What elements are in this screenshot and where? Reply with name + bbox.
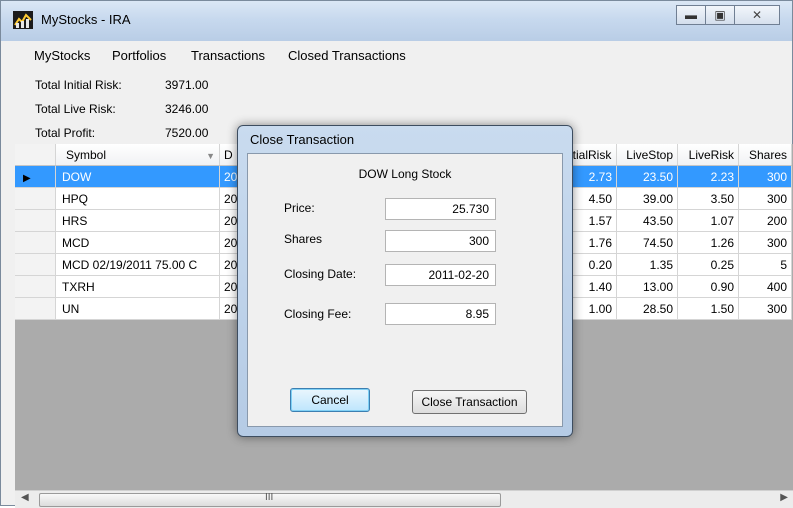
cell-initial-risk[interactable]: 1.40	[569, 275, 617, 298]
cell-live-stop[interactable]: 39.00	[616, 187, 678, 210]
cell-shares[interactable]: 200	[738, 209, 792, 232]
menu-transactions[interactable]: Transactions	[191, 48, 265, 63]
menu-bar: MyStocks Portfolios Transactions Closed …	[1, 41, 792, 71]
row-header[interactable]	[15, 275, 56, 298]
cell-live-risk[interactable]: 1.26	[677, 231, 739, 254]
closing-fee-input[interactable]	[385, 303, 496, 325]
row-header[interactable]	[15, 253, 56, 276]
column-header-live-stop[interactable]: LiveStop	[616, 144, 678, 166]
shares-input[interactable]	[385, 230, 496, 252]
initial-risk-value: 3971.00	[165, 78, 209, 92]
cell-initial-risk[interactable]: 1.57	[569, 209, 617, 232]
cell-live-stop[interactable]: 23.50	[616, 165, 678, 188]
window-title: MyStocks - IRA	[41, 12, 131, 27]
cell-live-stop[interactable]: 28.50	[616, 297, 678, 320]
cell-initial-risk[interactable]: 0.20	[569, 253, 617, 276]
cell-live-risk[interactable]: 1.07	[677, 209, 739, 232]
live-risk-label: Total Live Risk:	[35, 102, 116, 116]
cell-live-stop[interactable]: 1.35	[616, 253, 678, 276]
row-header[interactable]	[15, 231, 56, 254]
scroll-right-icon[interactable]: ▶	[780, 492, 788, 503]
cell-symbol[interactable]: DOW	[55, 165, 220, 188]
cancel-button[interactable]: Cancel	[290, 388, 370, 412]
scroll-left-icon[interactable]: ◀	[21, 492, 29, 503]
cell-shares[interactable]: 300	[738, 297, 792, 320]
cell-initial-risk[interactable]: 1.00	[569, 297, 617, 320]
closing-date-input[interactable]	[385, 264, 496, 286]
closing-fee-label: Closing Fee:	[284, 307, 352, 321]
closing-date-label: Closing Date:	[284, 267, 357, 281]
scrollbar-thumb[interactable]: III	[39, 492, 501, 507]
cell-live-stop[interactable]: 43.50	[616, 209, 678, 232]
dialog-title: Close Transaction	[250, 132, 355, 147]
price-input[interactable]	[385, 198, 496, 220]
column-header-initial-risk[interactable]: itialRisk	[569, 144, 617, 166]
cell-live-risk[interactable]: 2.23	[677, 165, 739, 188]
initial-risk-label: Total Initial Risk:	[35, 78, 122, 92]
row-header[interactable]	[15, 209, 56, 232]
total-profit-label: Total Profit:	[35, 126, 96, 140]
cell-symbol[interactable]: UN	[55, 297, 220, 320]
row-header[interactable]	[15, 187, 56, 210]
dialog-heading: DOW Long Stock	[358, 167, 452, 181]
cell-symbol[interactable]: HRS	[55, 209, 220, 232]
column-header-symbol[interactable]: Symbol ▼	[55, 144, 220, 166]
price-label: Price:	[284, 201, 315, 215]
cell-live-stop[interactable]: 13.00	[616, 275, 678, 298]
cell-live-risk[interactable]: 0.90	[677, 275, 739, 298]
minimize-button[interactable]: ▬	[676, 5, 706, 25]
close-transaction-dialog: Close Transaction DOW Long Stock Price: …	[237, 125, 573, 437]
cell-live-risk[interactable]: 3.50	[677, 187, 739, 210]
cell-initial-risk[interactable]: 2.73	[569, 165, 617, 188]
row-header[interactable]	[15, 297, 56, 320]
cell-symbol[interactable]: TXRH	[55, 275, 220, 298]
cell-live-risk[interactable]: 1.50	[677, 297, 739, 320]
cell-symbol[interactable]: MCD	[55, 231, 220, 254]
maximize-icon: ▣	[714, 8, 726, 22]
row-pointer-icon: ▶	[23, 172, 31, 184]
cell-live-risk[interactable]: 0.25	[677, 253, 739, 276]
horizontal-scrollbar[interactable]: ◀ III ▶	[15, 490, 793, 508]
row-header-corner	[15, 144, 56, 166]
menu-portfolios[interactable]: Portfolios	[112, 48, 166, 63]
cell-live-stop[interactable]: 74.50	[616, 231, 678, 254]
cell-shares[interactable]: 300	[738, 231, 792, 254]
live-risk-value: 3246.00	[165, 102, 209, 116]
maximize-button[interactable]: ▣	[705, 5, 735, 25]
sort-arrow-icon: ▼	[206, 150, 215, 161]
column-header-live-risk[interactable]: LiveRisk	[677, 144, 739, 166]
cell-initial-risk[interactable]: 1.76	[569, 231, 617, 254]
cell-shares[interactable]: 400	[738, 275, 792, 298]
cell-symbol[interactable]: HPQ	[55, 187, 220, 210]
column-header-shares[interactable]: Shares	[738, 144, 792, 166]
shares-label: Shares	[284, 232, 323, 246]
scrollbar-grip: III	[265, 492, 274, 503]
cell-initial-risk[interactable]: 4.50	[569, 187, 617, 210]
row-header[interactable]: ▶	[15, 165, 56, 188]
close-icon: ✕	[751, 8, 763, 22]
menu-closed-transactions[interactable]: Closed Transactions	[288, 48, 406, 63]
total-profit-value: 7520.00	[165, 126, 209, 140]
main-window: MyStocks - IRA ▬ ▣ ✕ MyStocks Portfolios…	[0, 0, 793, 508]
close-transaction-button[interactable]: Close Transaction	[412, 390, 527, 414]
cell-shares[interactable]: 300	[738, 165, 792, 188]
cell-symbol[interactable]: MCD 02/19/2011 75.00 C	[55, 253, 220, 276]
cell-shares[interactable]: 300	[738, 187, 792, 210]
stock-chart-icon	[13, 11, 33, 29]
menu-mystocks[interactable]: MyStocks	[34, 48, 90, 63]
minimize-icon: ▬	[685, 8, 697, 22]
window-controls: ▬ ▣ ✕	[676, 5, 780, 25]
cell-shares[interactable]: 5	[738, 253, 792, 276]
title-bar[interactable]: MyStocks - IRA ▬ ▣ ✕	[1, 1, 792, 41]
dialog-body: DOW Long Stock Price: Shares Closing Dat…	[247, 153, 563, 427]
close-button[interactable]: ✕	[734, 5, 780, 25]
